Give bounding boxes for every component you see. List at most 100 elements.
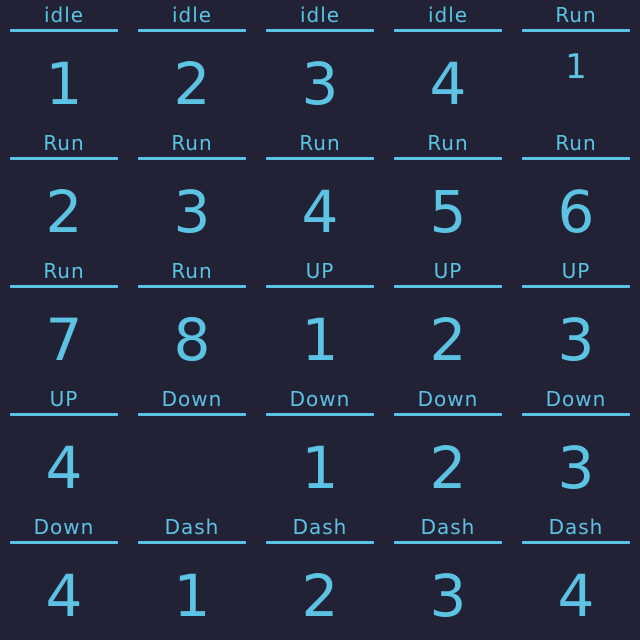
label-underline bbox=[138, 285, 246, 288]
animation-label: Dash bbox=[292, 515, 348, 539]
sprite-cell[interactable]: UP 3 bbox=[512, 256, 640, 384]
animation-label: Down bbox=[545, 387, 607, 411]
animation-label: Run bbox=[43, 259, 85, 283]
label-underline bbox=[138, 413, 246, 416]
frame-number: 1 bbox=[301, 434, 339, 502]
label-underline bbox=[138, 541, 246, 544]
label-underline bbox=[394, 157, 502, 160]
sprite-cell[interactable]: Run 5 bbox=[384, 128, 512, 256]
sprite-cell[interactable]: Run 8 bbox=[128, 256, 256, 384]
frame-number: 1 bbox=[45, 50, 83, 118]
label-underline bbox=[522, 285, 630, 288]
sprite-cell[interactable]: Run 1 bbox=[512, 0, 640, 128]
label-underline bbox=[138, 29, 246, 32]
label-underline bbox=[394, 29, 502, 32]
frame-number: 4 bbox=[45, 434, 83, 502]
sprite-cell[interactable]: Run 6 bbox=[512, 128, 640, 256]
animation-label: Run bbox=[299, 131, 341, 155]
label-underline bbox=[394, 285, 502, 288]
animation-label: Down bbox=[417, 387, 479, 411]
label-underline bbox=[138, 157, 246, 160]
frame-number bbox=[128, 428, 256, 508]
label-underline bbox=[10, 413, 118, 416]
sprite-cell[interactable]: UP 4 bbox=[0, 384, 128, 512]
animation-label: idle bbox=[43, 3, 85, 27]
frame-number: 3 bbox=[173, 178, 211, 246]
sprite-cell[interactable]: Dash 2 bbox=[256, 512, 384, 640]
label-underline bbox=[394, 541, 502, 544]
frame-number: 4 bbox=[557, 562, 595, 630]
frame-number: 6 bbox=[557, 178, 595, 246]
animation-label: UP bbox=[433, 259, 463, 283]
frame-number: 4 bbox=[429, 50, 467, 118]
frame-number: 4 bbox=[45, 562, 83, 630]
animation-label: Run bbox=[555, 3, 597, 27]
frame-number: 1 bbox=[565, 47, 587, 87]
animation-label: idle bbox=[299, 3, 341, 27]
sprite-cell[interactable]: Dash 3 bbox=[384, 512, 512, 640]
animation-label: Down bbox=[161, 387, 223, 411]
animation-label: Run bbox=[427, 131, 469, 155]
label-underline bbox=[522, 541, 630, 544]
sprite-cell[interactable]: idle 3 bbox=[256, 0, 384, 128]
animation-label: UP bbox=[305, 259, 335, 283]
animation-label: Run bbox=[43, 131, 85, 155]
animation-label: Run bbox=[171, 131, 213, 155]
frame-number: 2 bbox=[429, 306, 467, 374]
frame-number: 3 bbox=[557, 306, 595, 374]
sprite-cell[interactable]: Down 3 bbox=[512, 384, 640, 512]
sprite-cell[interactable]: idle 4 bbox=[384, 0, 512, 128]
label-underline bbox=[266, 413, 374, 416]
animation-label: Run bbox=[555, 131, 597, 155]
sprite-cell[interactable]: Run 4 bbox=[256, 128, 384, 256]
sprite-cell[interactable]: Run 3 bbox=[128, 128, 256, 256]
label-underline bbox=[522, 157, 630, 160]
label-underline bbox=[266, 285, 374, 288]
animation-label: Down bbox=[289, 387, 351, 411]
frame-number: 2 bbox=[45, 178, 83, 246]
animation-label: Dash bbox=[164, 515, 220, 539]
frame-number: 3 bbox=[557, 434, 595, 502]
sprite-sheet-grid: idle 1 idle 2 idle 3 idle 4 Run 1 Run 2 … bbox=[0, 0, 640, 640]
animation-label: idle bbox=[171, 3, 213, 27]
frame-number: 3 bbox=[301, 50, 339, 118]
animation-label: Down bbox=[33, 515, 95, 539]
sprite-cell[interactable]: Dash 1 bbox=[128, 512, 256, 640]
label-underline bbox=[266, 29, 374, 32]
animation-label: Dash bbox=[420, 515, 476, 539]
frame-number: 2 bbox=[173, 50, 211, 118]
frame-number: 7 bbox=[45, 306, 83, 374]
animation-label: idle bbox=[427, 3, 469, 27]
frame-number: 1 bbox=[301, 306, 339, 374]
frame-number: 1 bbox=[173, 562, 211, 630]
label-underline bbox=[10, 29, 118, 32]
frame-number: 5 bbox=[429, 178, 467, 246]
animation-label: Run bbox=[171, 259, 213, 283]
sprite-cell[interactable]: UP 1 bbox=[256, 256, 384, 384]
frame-number: 2 bbox=[301, 562, 339, 630]
label-underline bbox=[10, 157, 118, 160]
sprite-cell[interactable]: Dash 4 bbox=[512, 512, 640, 640]
frame-number: 3 bbox=[429, 562, 467, 630]
label-underline bbox=[522, 413, 630, 416]
frame-number: 4 bbox=[301, 178, 339, 246]
sprite-cell[interactable]: Down 4 bbox=[0, 512, 128, 640]
sprite-cell[interactable]: Run 7 bbox=[0, 256, 128, 384]
sprite-cell[interactable]: idle 1 bbox=[0, 0, 128, 128]
animation-label: Dash bbox=[548, 515, 604, 539]
sprite-cell[interactable]: Run 2 bbox=[0, 128, 128, 256]
label-underline bbox=[10, 541, 118, 544]
sprite-cell[interactable]: idle 2 bbox=[128, 0, 256, 128]
sprite-cell[interactable]: UP 2 bbox=[384, 256, 512, 384]
sprite-cell[interactable]: Down 2 bbox=[384, 384, 512, 512]
label-underline bbox=[10, 285, 118, 288]
label-underline bbox=[266, 157, 374, 160]
label-underline bbox=[266, 541, 374, 544]
label-underline bbox=[394, 413, 502, 416]
animation-label: UP bbox=[49, 387, 79, 411]
frame-number: 2 bbox=[429, 434, 467, 502]
sprite-cell[interactable]: Down bbox=[128, 384, 256, 512]
animation-label: UP bbox=[561, 259, 591, 283]
frame-number: 8 bbox=[173, 306, 211, 374]
sprite-cell[interactable]: Down 1 bbox=[256, 384, 384, 512]
